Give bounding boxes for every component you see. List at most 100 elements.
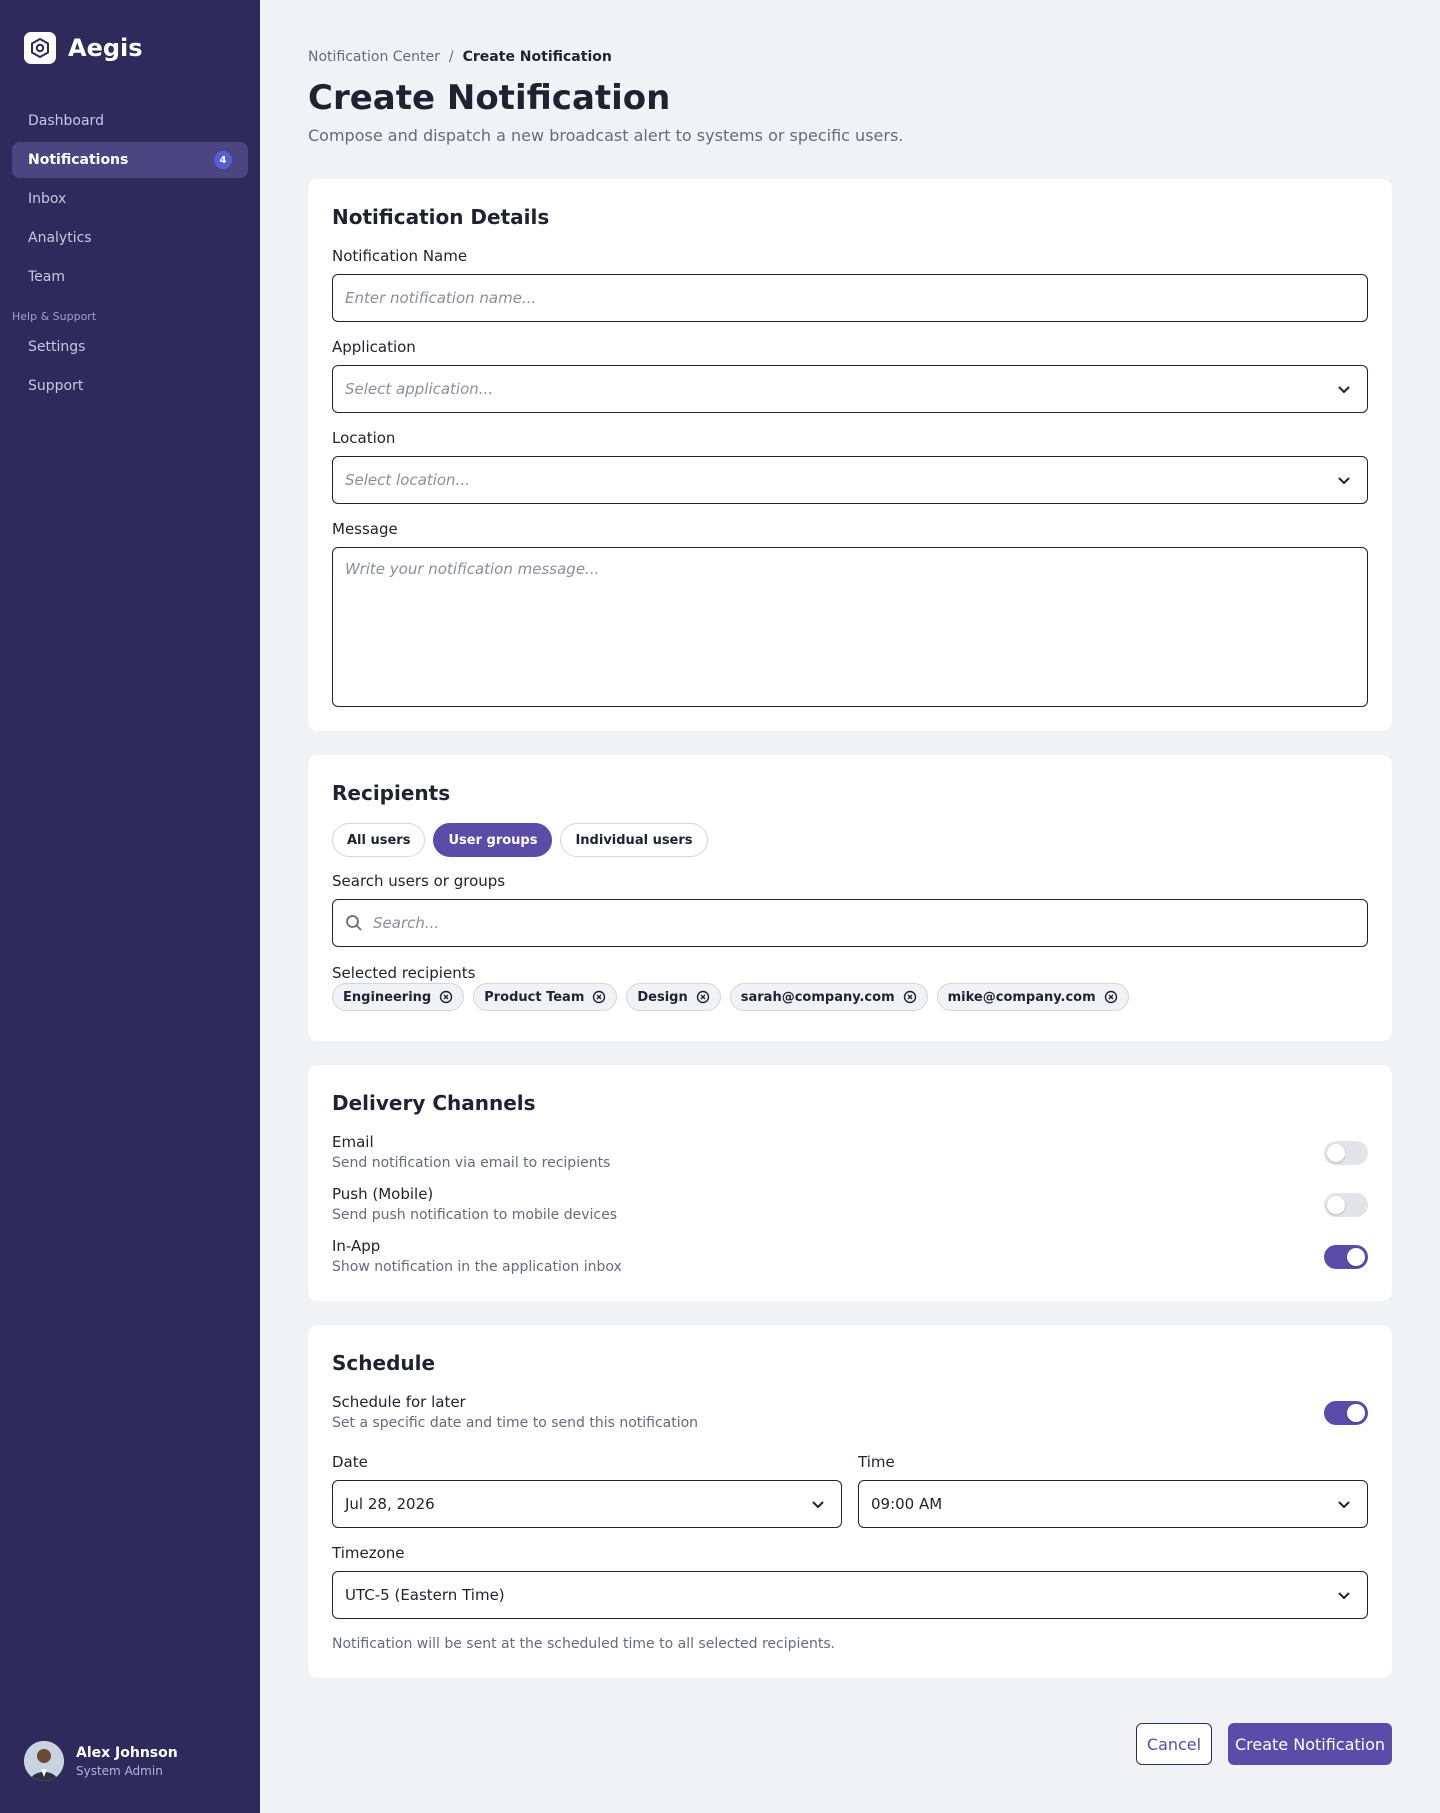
schedule-later-desc: Set a specific date and time to send thi… [332, 1415, 699, 1431]
location-label: Location [332, 429, 396, 447]
channel-email-title: Email [332, 1133, 374, 1151]
search-placeholder: Search... [373, 914, 440, 932]
brand[interactable]: Aegis [24, 32, 143, 64]
chevron-down-icon [812, 1501, 824, 1509]
push-toggle[interactable] [1324, 1193, 1368, 1217]
recipient-chip: mike@company.com [936, 983, 1129, 1011]
application-placeholder: Select application... [345, 380, 494, 398]
details-card: Notification Details Notification Name E… [308, 179, 1392, 731]
breadcrumb-separator: / [448, 49, 454, 65]
sidebar-item-team[interactable]: Team [12, 259, 248, 295]
channel-inapp-title: In-App [332, 1237, 381, 1255]
date-value: Jul 28, 2026 [345, 1495, 435, 1513]
sidebar-item-label: Dashboard [28, 113, 104, 129]
channel-inapp-desc: Show notification in the application inb… [332, 1259, 622, 1275]
page-title: Create Notification [308, 78, 671, 118]
timezone-value: UTC-5 (Eastern Time) [345, 1586, 505, 1604]
page-subtitle: Compose and dispatch a new broadcast ale… [308, 126, 904, 145]
in-app-toggle[interactable] [1324, 1245, 1368, 1269]
email-toggle[interactable] [1324, 1141, 1368, 1165]
breadcrumb-parent[interactable]: Notification Center [308, 49, 440, 65]
toggle-knob [1347, 1248, 1365, 1266]
tab-user-groups[interactable]: User groups [433, 823, 553, 857]
chevron-down-icon [1338, 1592, 1350, 1600]
sidebar-item-dashboard[interactable]: Dashboard [12, 103, 248, 139]
chip-label: mike@company.com [947, 989, 1096, 1005]
details-title: Notification Details [332, 205, 550, 229]
recipient-chip: sarah@company.com [729, 983, 928, 1011]
chip-label: Engineering [343, 989, 432, 1005]
location-select[interactable]: Select location... [332, 456, 1368, 504]
sidebar-item-label: Analytics [28, 230, 92, 246]
remove-chip-icon[interactable] [696, 990, 710, 1004]
selected-recipients: Engineering Product Team Design sarah@co… [332, 983, 1129, 1011]
breadcrumb: Notification Center / Create Notificatio… [308, 49, 612, 65]
schedule-later-toggle[interactable] [1324, 1401, 1368, 1425]
sidebar-section-label: Help & Support [12, 309, 97, 323]
chevron-down-icon [1338, 477, 1350, 485]
search-label: Search users or groups [332, 872, 506, 890]
tab-all-users[interactable]: All users [332, 823, 426, 857]
sidebar-item-label: Inbox [28, 191, 67, 207]
remove-chip-icon[interactable] [439, 990, 453, 1004]
recipient-type-tabs: All users User groups Individual users [332, 823, 708, 857]
time-select[interactable]: 09:00 AM [858, 1480, 1368, 1528]
timezone-label: Timezone [332, 1544, 405, 1562]
recipient-search-input[interactable]: Search... [332, 899, 1368, 947]
sidebar-item-label: Support [28, 378, 84, 394]
schedule-card: Schedule Schedule for later Set a specif… [308, 1325, 1392, 1678]
chip-label: Product Team [484, 989, 585, 1005]
toggle-knob [1327, 1196, 1345, 1214]
application-select[interactable]: Select application... [332, 365, 1368, 413]
sidebar-item-inbox[interactable]: Inbox [12, 181, 248, 217]
message-label: Message [332, 520, 398, 538]
name-placeholder: Enter notification name... [345, 289, 537, 307]
sidebar-item-label: Notifications [28, 152, 129, 168]
channel-push-title: Push (Mobile) [332, 1185, 434, 1203]
toggle-knob [1327, 1144, 1345, 1162]
user-profile[interactable]: Alex Johnson System Admin [24, 1741, 178, 1781]
sidebar-item-analytics[interactable]: Analytics [12, 220, 248, 256]
sidebar-item-label: Team [28, 269, 66, 285]
recipients-title: Recipients [332, 781, 451, 805]
recipient-chip: Design [626, 983, 721, 1011]
notification-name-input[interactable]: Enter notification name... [332, 274, 1368, 322]
name-label: Notification Name [332, 247, 468, 265]
sidebar: Aegis Dashboard Notifications 4 Inbox Ana… [0, 0, 260, 1813]
tab-individual-users[interactable]: Individual users [560, 823, 708, 857]
sidebar-item-label: Settings [28, 339, 86, 355]
channels-title: Delivery Channels [332, 1091, 536, 1115]
message-placeholder: Write your notification message... [345, 560, 600, 578]
selected-label: Selected recipients [332, 964, 476, 982]
search-icon [346, 915, 362, 931]
recipients-card: Recipients All users User groups Individ… [308, 755, 1392, 1041]
recipient-chip: Engineering [332, 983, 465, 1011]
chip-label: Design [637, 989, 688, 1005]
channel-push-desc: Send push notification to mobile devices [332, 1207, 617, 1223]
sidebar-nav: Dashboard Notifications 4 Inbox Analytics… [12, 103, 248, 407]
breadcrumb-current: Create Notification [462, 49, 612, 65]
schedule-title: Schedule [332, 1351, 436, 1375]
notification-count-badge: 4 [214, 151, 232, 169]
date-select[interactable]: Jul 28, 2026 [332, 1480, 842, 1528]
remove-chip-icon[interactable] [592, 990, 606, 1004]
sidebar-item-settings[interactable]: Settings [12, 329, 248, 365]
remove-chip-icon[interactable] [1104, 990, 1118, 1004]
schedule-note: Notification will be sent at the schedul… [332, 1636, 836, 1652]
cancel-button[interactable]: Cancel [1136, 1723, 1212, 1765]
timezone-select[interactable]: UTC-5 (Eastern Time) [332, 1571, 1368, 1619]
create-notification-button[interactable]: Create Notification [1228, 1723, 1392, 1765]
date-label: Date [332, 1453, 368, 1471]
message-textarea[interactable]: Write your notification message... [332, 547, 1368, 707]
channels-card: Delivery Channels Email Send notificatio… [308, 1065, 1392, 1301]
remove-chip-icon[interactable] [903, 990, 917, 1004]
sidebar-item-notifications[interactable]: Notifications 4 [12, 142, 248, 178]
user-role: System Admin [76, 1763, 163, 1778]
logo-icon [24, 32, 56, 64]
chip-label: sarah@company.com [740, 989, 895, 1005]
brand-name: Aegis [68, 34, 143, 62]
time-value: 09:00 AM [871, 1495, 943, 1513]
schedule-later-title: Schedule for later [332, 1393, 466, 1411]
sidebar-item-support[interactable]: Support [12, 368, 248, 404]
chevron-down-icon [1338, 1501, 1350, 1509]
